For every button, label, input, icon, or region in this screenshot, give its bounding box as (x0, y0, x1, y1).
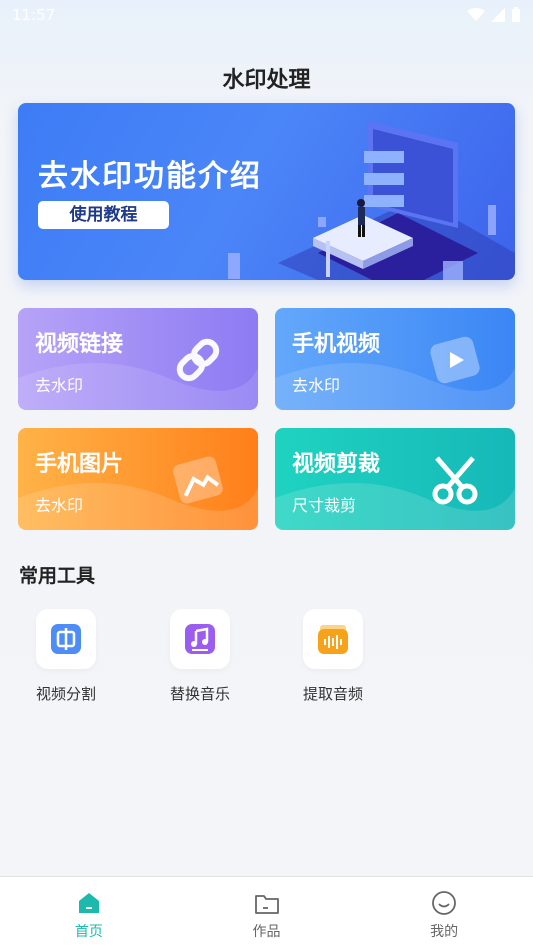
tutorial-button[interactable]: 使用教程 (38, 201, 169, 229)
link-icon (176, 338, 220, 382)
status-bar: 11:57 (0, 0, 533, 30)
bottom-tab-bar: 首页 作品 我的 (0, 876, 533, 948)
tool-label: 替换音乐 (169, 685, 230, 703)
tab-home[interactable]: 首页 (0, 877, 178, 948)
status-time: 11:57 (12, 6, 56, 24)
card-subtitle: 去水印 (35, 376, 84, 395)
home-icon (78, 893, 99, 913)
tab-label: 作品 (252, 924, 281, 940)
card-subtitle: 尺寸裁剪 (292, 496, 357, 515)
tab-works[interactable]: 作品 (178, 877, 356, 948)
tool-icon-box (36, 609, 96, 669)
tool-label: 视频分割 (35, 685, 96, 703)
page-title: 水印处理 (222, 68, 311, 93)
music-icon (185, 624, 215, 654)
scissors-icon (432, 456, 478, 505)
phone-video-card[interactable]: 手机视频 去水印 (275, 308, 515, 410)
tab-label: 我的 (430, 924, 459, 940)
replace-music-tool[interactable]: 替换音乐 (150, 609, 250, 704)
wifi-icon (467, 8, 485, 21)
card-subtitle: 去水印 (35, 496, 84, 515)
card-title: 视频链接 (35, 332, 124, 357)
tool-label: 提取音频 (302, 685, 363, 703)
signal-icon (491, 8, 505, 22)
video-link-card[interactable]: 视频链接 去水印 (18, 308, 258, 410)
tab-mine[interactable]: 我的 (355, 877, 533, 948)
video-split-tool[interactable]: 视频分割 (16, 609, 116, 704)
card-title: 手机视频 (292, 332, 381, 357)
card-title: 手机图片 (35, 452, 124, 477)
video-crop-card[interactable]: 视频剪裁 尺寸裁剪 (275, 428, 515, 530)
tools-section-title: 常用工具 (19, 565, 96, 587)
extract-audio-tool[interactable]: 提取音频 (283, 609, 383, 704)
intro-banner[interactable]: 去水印功能介绍 使用教程 (18, 103, 515, 280)
card-subtitle: 去水印 (292, 376, 341, 395)
folder-icon (254, 895, 279, 914)
card-title: 视频剪裁 (292, 452, 381, 477)
phone-image-card[interactable]: 手机图片 去水印 (18, 428, 258, 530)
smile-icon (432, 891, 457, 915)
audio-wave-icon (318, 625, 348, 654)
battery-icon (512, 7, 520, 22)
tool-icon-box (170, 609, 230, 669)
tab-label: 首页 (74, 924, 103, 940)
tool-icon-box (303, 609, 363, 669)
banner-title: 去水印功能介绍 (38, 159, 262, 194)
image-icon (173, 456, 223, 504)
split-icon (51, 624, 81, 654)
status-icons (467, 7, 521, 23)
video-play-icon (430, 336, 480, 384)
